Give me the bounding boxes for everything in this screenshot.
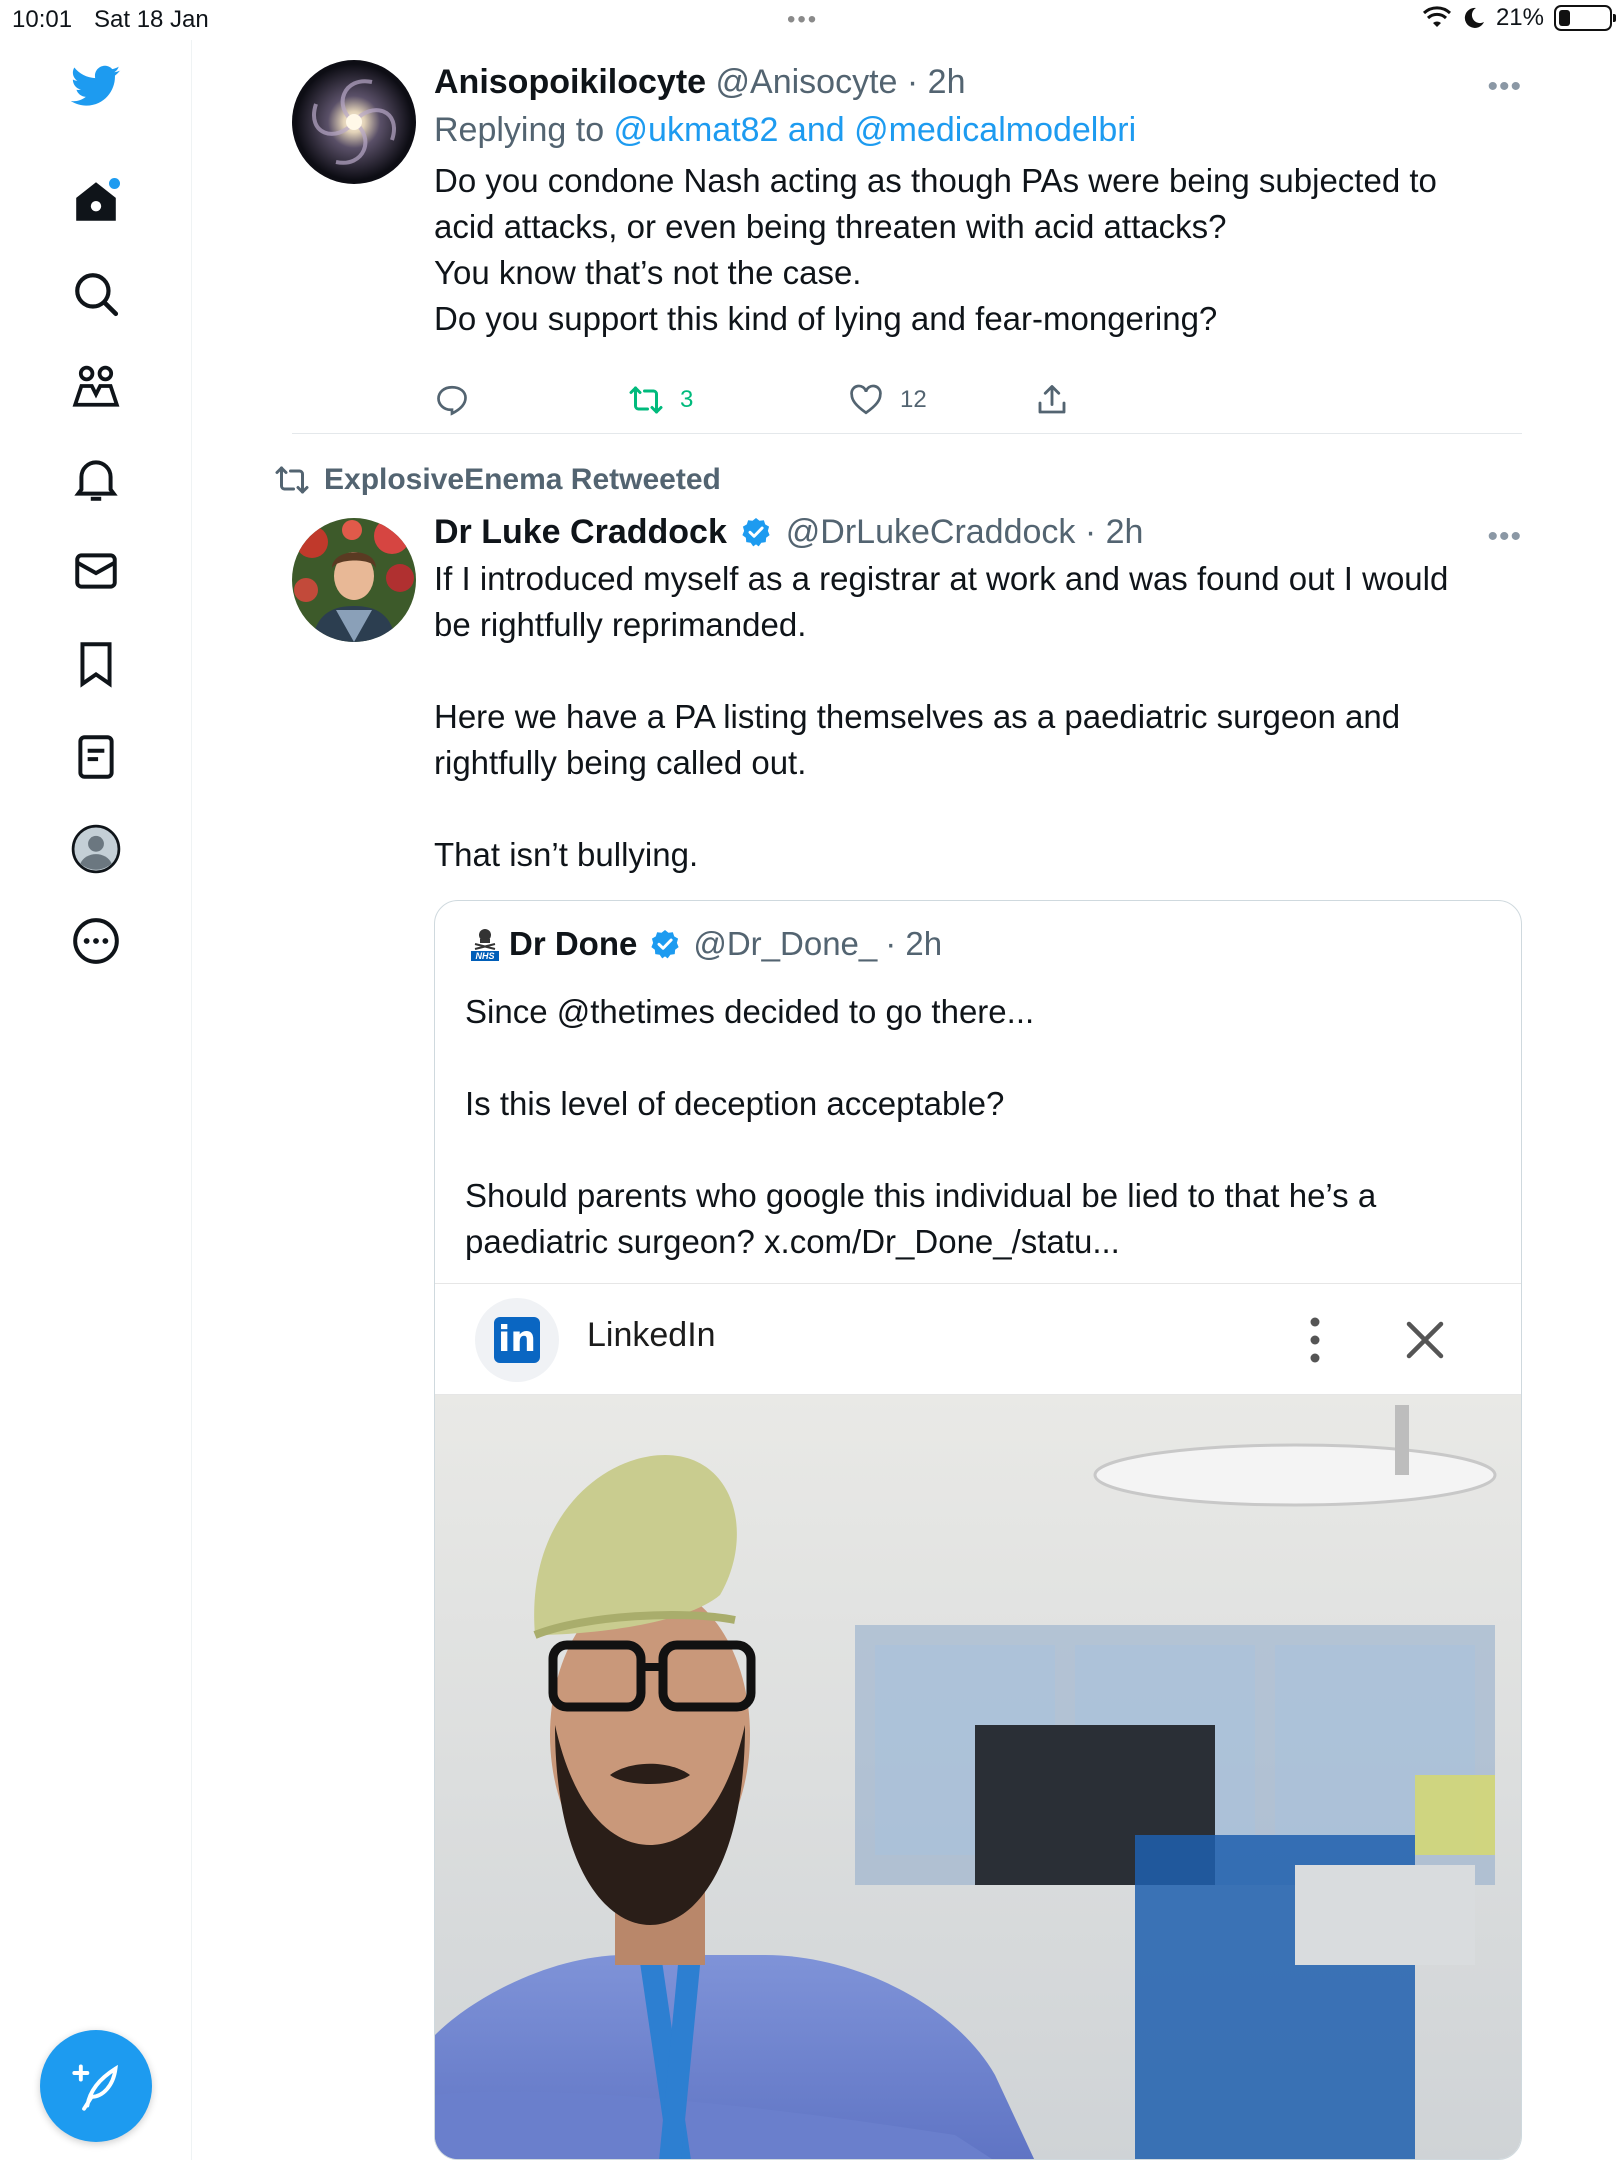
profile-avatar-icon[interactable] (62, 815, 130, 883)
quoted-tweet[interactable]: NHS Dr Done @Dr_Done_ · 2h Since @thetim… (434, 900, 1522, 2160)
home-icon[interactable] (62, 168, 130, 236)
quote-text: Since @thetimes decided to go there... I… (465, 993, 1377, 1260)
status-date: Sat 18 Jan (94, 6, 209, 33)
retweet-icon (629, 386, 663, 414)
home-notification-dot (109, 178, 120, 189)
tweet1-reply-button[interactable] (434, 382, 470, 418)
tweet1-author-name[interactable]: Anisopoikilocyte (434, 63, 706, 101)
tweet2-more-button[interactable]: ••• (1487, 520, 1522, 554)
avatar-dr-luke-craddock[interactable] (292, 518, 416, 642)
status-right: 21% (1422, 4, 1616, 32)
tweet1-more-button[interactable]: ••• (1487, 70, 1522, 104)
tweet-anisopoikilocyte[interactable]: Anisopoikilocyte @Anisocyte · 2h Replyin… (292, 60, 1522, 440)
kebab-menu-icon[interactable] (1295, 1310, 1335, 1370)
replying-prefix: Replying to (434, 111, 614, 149)
compose-tweet-button[interactable] (40, 2030, 152, 2142)
share-icon (1038, 385, 1066, 414)
twitter-logo-icon[interactable] (62, 52, 130, 120)
retweet-small-icon (275, 466, 309, 494)
tweet1-actions: 3 12 (434, 382, 1074, 426)
linkedin-app-name: LinkedIn (587, 1316, 716, 1354)
moon-icon (1464, 7, 1484, 28)
battery-icon (1554, 5, 1616, 31)
heart-icon (850, 384, 882, 415)
timeline: Anisopoikilocyte @Anisocyte · 2h Replyin… (192, 40, 1620, 2160)
tweet1-like-count: 12 (900, 386, 927, 413)
tweet1-replying-to: Replying to @ukmat82 and @medicalmodelbr… (434, 108, 1522, 152)
lists-icon[interactable] (62, 723, 130, 791)
retweet-label-text: ExplosiveEnema Retweeted (324, 463, 721, 496)
tweet1-retweet-count: 3 (680, 386, 694, 413)
tweet2-header: Dr Luke Craddock @DrLukeCraddock · 2h (434, 510, 1522, 554)
quote-author-handle[interactable]: @Dr_Done_ (693, 925, 877, 963)
linkedin-logo-icon: in (475, 1298, 559, 1382)
battery-percent: 21% (1495, 4, 1544, 31)
tweet2-timestamp[interactable]: · 2h (1085, 513, 1144, 551)
bookmarks-icon[interactable] (62, 630, 130, 698)
tweet2-author-name[interactable]: Dr Luke Craddock (434, 513, 727, 551)
tweet2-text: If I introduced myself as a registrar at… (434, 560, 1449, 873)
sidebar (0, 40, 192, 2160)
notifications-bell-icon[interactable] (62, 445, 130, 513)
quote-header: NHS Dr Done @Dr_Done_ · 2h (469, 925, 942, 963)
multitasking-dots[interactable]: ••• (787, 6, 818, 34)
tweet1-text: Do you condone Nash acting as though PAs… (434, 162, 1437, 337)
status-bar: 10:01 Sat 18 Jan ••• 21% (0, 0, 1620, 40)
avatar-anisopoikilocyte[interactable] (292, 60, 416, 184)
reply-icon (437, 385, 467, 416)
close-icon[interactable] (1395, 1310, 1455, 1370)
replying-to-links[interactable]: @ukmat82 and @medicalmodelbri (614, 111, 1137, 149)
linkedin-logo-text: in (494, 1317, 540, 1363)
battery-fill (1559, 10, 1570, 26)
tweet-media-photo[interactable] (435, 1395, 1521, 2159)
quote-timestamp[interactable]: · 2h (885, 925, 942, 963)
messages-mail-icon[interactable] (62, 537, 130, 605)
tweet1-author-handle[interactable]: @Anisocyte (716, 63, 898, 101)
retweet-label[interactable]: ExplosiveEnema Retweeted (274, 462, 721, 498)
more-options-icon[interactable] (62, 907, 130, 975)
nhs-skull-logo-icon: NHS (471, 929, 499, 961)
quote-author-name[interactable]: Dr Done (509, 925, 637, 963)
tweet1-timestamp[interactable]: · 2h (907, 63, 966, 101)
wifi-icon (1422, 6, 1451, 27)
compose-feather-icon (72, 2064, 118, 2111)
status-time: 10:01 (12, 6, 73, 33)
svg-text:NHS: NHS (475, 951, 494, 961)
linkedin-card-bar: in LinkedIn (435, 1283, 1521, 1395)
tweet1-like-button[interactable]: 12 (848, 382, 927, 418)
verified-badge-icon (651, 930, 679, 959)
tweet1-header: Anisopoikilocyte @Anisocyte · 2h (434, 60, 1522, 104)
verified-badge-icon (742, 518, 770, 547)
communities-icon[interactable] (62, 352, 130, 420)
tweet-divider (292, 433, 1522, 434)
tweet2-author-handle[interactable]: @DrLukeCraddock (786, 513, 1076, 551)
tweet1-retweet-button[interactable]: 3 (628, 382, 693, 418)
tweet1-share-button[interactable] (1034, 382, 1070, 418)
explore-search-icon[interactable] (62, 260, 130, 328)
